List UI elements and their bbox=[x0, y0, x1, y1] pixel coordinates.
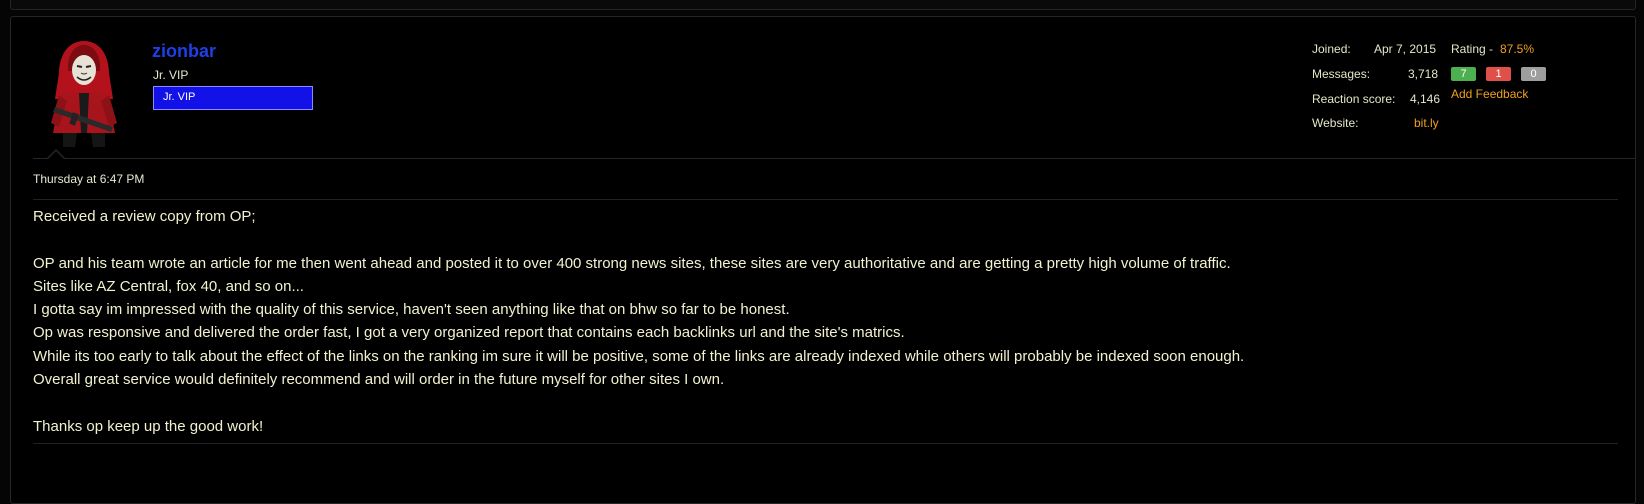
avatar[interactable] bbox=[41, 37, 127, 149]
message-line: Received a review copy from OP; bbox=[33, 208, 256, 225]
positive-feedback-badge[interactable]: 7 bbox=[1451, 67, 1476, 81]
reaction-score-label: Reaction score: bbox=[1312, 92, 1396, 106]
message-line: Sites like AZ Central, fox 40, and so on… bbox=[33, 277, 304, 295]
joined-label: Joined: bbox=[1312, 42, 1351, 56]
messages-value: 3,718 bbox=[1408, 67, 1439, 81]
message-line: While its too early to talk about the ef… bbox=[33, 347, 1245, 365]
header-caret-fill bbox=[48, 151, 64, 159]
message-line: I gotta say im impressed with the qualit… bbox=[33, 301, 790, 319]
forum-post: zionbar Jr. VIP Jr. VIP Joined: Apr 7, 2… bbox=[10, 16, 1636, 504]
website-label: Website: bbox=[1312, 116, 1359, 130]
message-line: Op was responsive and delivered the orde… bbox=[33, 324, 905, 342]
rating-percent: 87.5% bbox=[1500, 42, 1535, 56]
messages-label: Messages: bbox=[1312, 67, 1371, 81]
reaction-score-value: 4,146 bbox=[1410, 92, 1441, 106]
message-line: OP and his team wrote an article for me … bbox=[33, 254, 1231, 272]
post-message: Received a review copy from OP; OP and h… bbox=[33, 205, 1613, 438]
username-link[interactable]: zionbar bbox=[152, 41, 216, 62]
negative-feedback-badge[interactable]: 1 bbox=[1486, 67, 1511, 81]
rating-label: Rating - bbox=[1451, 42, 1494, 56]
body-divider-top bbox=[33, 199, 1618, 200]
body-divider-bottom bbox=[33, 443, 1618, 444]
message-line: Overall great service would definitely r… bbox=[33, 371, 725, 389]
add-feedback-link[interactable]: Add Feedback bbox=[1451, 87, 1528, 101]
post-date-link[interactable]: Thursday at 6:47 PM bbox=[33, 172, 144, 186]
neutral-feedback-badge[interactable]: 0 bbox=[1521, 67, 1546, 81]
message-line: Thanks op keep up the good work! bbox=[33, 417, 264, 435]
user-banner: Jr. VIP bbox=[153, 86, 313, 110]
header-divider bbox=[33, 158, 1635, 159]
joined-value: Apr 7, 2015 bbox=[1374, 42, 1437, 56]
website-link[interactable]: bit.ly bbox=[1414, 116, 1439, 130]
previous-post-edge bbox=[10, 0, 1636, 10]
user-title: Jr. VIP bbox=[153, 68, 189, 82]
